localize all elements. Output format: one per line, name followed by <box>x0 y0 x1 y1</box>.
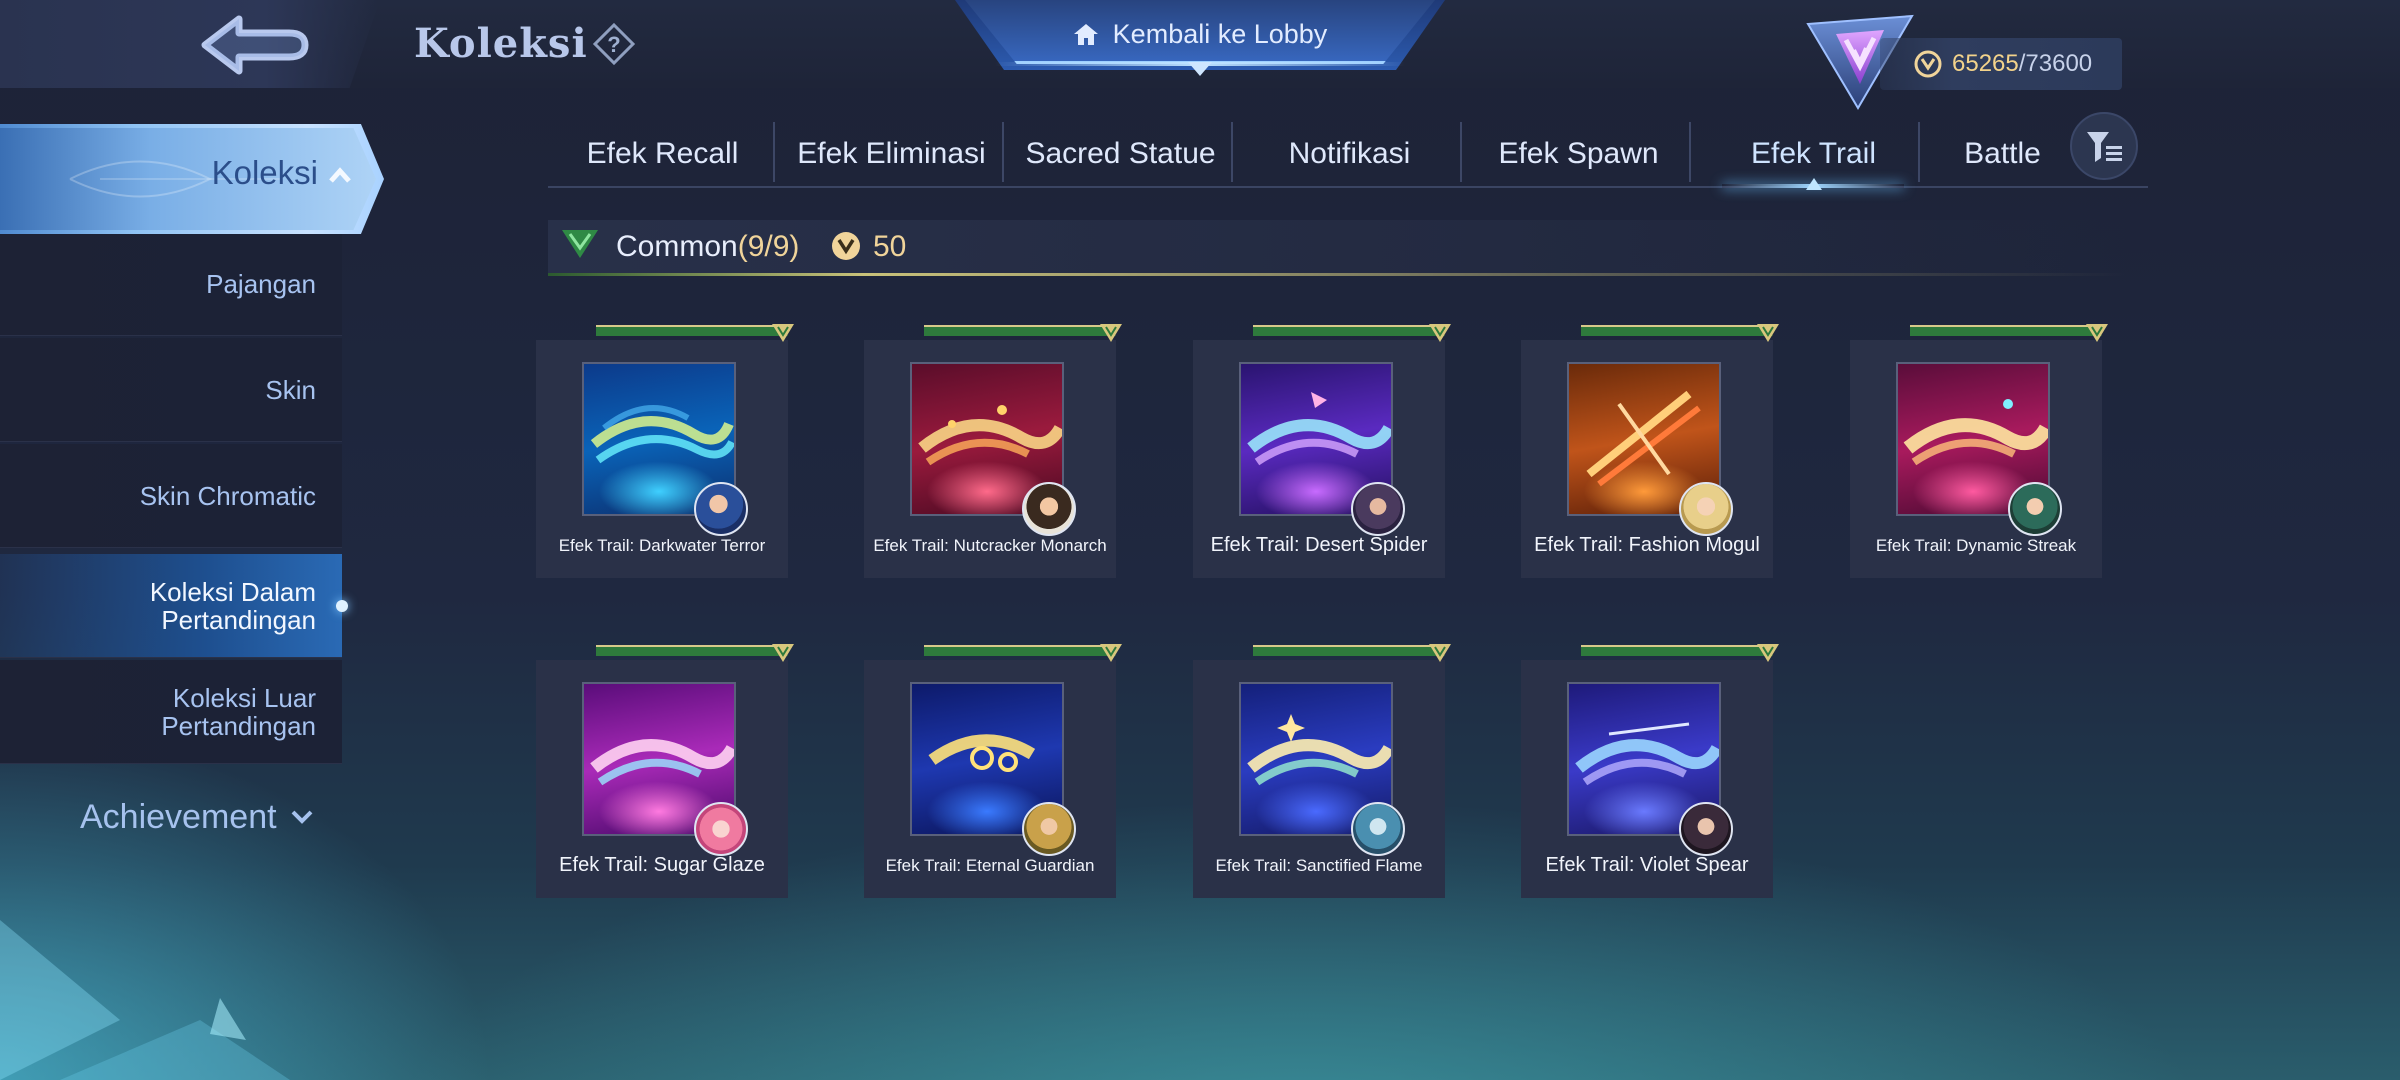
tab-divider <box>1460 122 1462 182</box>
sidebar-item-koleksi-dalam-pertandingan[interactable]: Koleksi Dalam Pertandingan <box>0 554 348 658</box>
tier-section-header: Common(9/9) 50 <box>548 220 2128 276</box>
filter-button[interactable] <box>2070 112 2138 180</box>
tab-label: Notifikasi <box>1288 137 1411 170</box>
trail-card-eternal-guardian[interactable]: Efek Trail: Eternal Guardian <box>864 642 1122 898</box>
trail-name: Efek Trail: Fashion Mogul <box>1534 534 1760 556</box>
chevron-up-icon <box>329 167 351 183</box>
trail-name: Efek Trail: Eternal Guardian <box>885 856 1095 875</box>
tier-name: Common <box>616 230 738 263</box>
hero-avatar <box>1679 482 1733 536</box>
battle-point-icon <box>832 232 860 260</box>
trail-card-desert-spider[interactable]: Efek Trail: Desert Spider <box>1193 322 1451 578</box>
trail-card-sugar-glaze[interactable]: Efek Trail: Sugar Glaze <box>536 642 794 898</box>
trail-card-violet-spear[interactable]: Efek Trail: Violet Spear <box>1521 642 1779 898</box>
tab-divider <box>1002 122 1004 182</box>
sidebar-item-label: Skin <box>265 374 316 405</box>
trail-name: Efek Trail: Sugar Glaze <box>559 854 765 876</box>
tier-chevron-icon <box>562 230 598 258</box>
hero-avatar <box>2008 482 2062 536</box>
hero-avatar <box>1679 802 1733 856</box>
back-arrow-icon <box>201 15 309 75</box>
tab-efek-spawn[interactable]: Efek Spawn <box>1464 124 1693 184</box>
tier-count: (9/9) <box>737 230 800 263</box>
tier-ribbon-icon <box>1910 324 2108 342</box>
sidebar-section-achievement[interactable]: Achievement <box>80 792 380 842</box>
hero-avatar <box>694 802 748 856</box>
label-line-2: Pertandingan <box>161 604 316 635</box>
trail-card-fashion-mogul[interactable]: Efek Trail: Fashion Mogul <box>1521 322 1779 578</box>
trail-card-nutcracker-monarch[interactable]: Efek Trail: Nutcracker Monarch <box>864 322 1122 578</box>
tab-label: Battle <box>1964 137 2041 170</box>
category-tabs: Efek Recall Efek Eliminasi Sacred Statue… <box>548 116 2148 190</box>
trail-card-dynamic-streak[interactable]: Efek Trail: Dynamic Streak <box>1850 322 2108 578</box>
tab-label: Efek Trail <box>1750 137 1877 170</box>
sidebar-item-koleksi-luar-pertandingan[interactable]: Koleksi Luar Pertandingan <box>0 660 342 764</box>
page-title: Koleksi <box>414 20 588 67</box>
tab-divider <box>1231 122 1233 182</box>
tab-efek-recall[interactable]: Efek Recall <box>548 124 777 184</box>
chevron-down-icon <box>291 810 312 824</box>
tier-points: 50 <box>873 230 907 263</box>
tab-label: Efek Eliminasi <box>797 137 986 170</box>
tier-ribbon-icon <box>1581 644 1779 662</box>
tab-label: Efek Spawn <box>1498 137 1659 170</box>
tier-ribbon-icon <box>596 324 794 342</box>
battle-points-max: /73600 <box>2018 50 2093 77</box>
trail-card-darkwater-terror[interactable]: Efek Trail: Darkwater Terror <box>536 322 794 578</box>
tier-ribbon-icon <box>1253 644 1451 662</box>
sidebar-section-label: Koleksi <box>211 154 318 191</box>
label-line-1: Koleksi Dalam <box>149 576 316 607</box>
battle-points-amount: 65265 <box>1952 50 2019 77</box>
sidebar-item-label: Koleksi Dalam Pertandingan <box>150 578 316 634</box>
trail-name: Efek Trail: Desert Spider <box>1210 534 1428 556</box>
tier-ribbon-icon <box>596 644 794 662</box>
section-header-line <box>548 273 2128 276</box>
sidebar-section-koleksi[interactable]: Koleksi <box>0 124 384 234</box>
back-button[interactable] <box>190 10 320 80</box>
hero-avatar <box>1351 482 1405 536</box>
battle-point-icon <box>1914 50 1942 78</box>
tier-ribbon-icon <box>924 644 1122 662</box>
tab-notifikasi[interactable]: Notifikasi <box>1235 124 1464 184</box>
background-shards <box>0 920 290 1080</box>
sidebar-item-skin[interactable]: Skin <box>0 338 342 442</box>
help-icon[interactable]: ? <box>592 22 636 66</box>
tab-label: Efek Recall <box>586 137 739 170</box>
battle-points-display: 65265/73600 <box>1880 38 2122 90</box>
sidebar-item-label: Koleksi Luar Pertandingan <box>161 684 316 740</box>
tier-ribbon-icon <box>1581 324 1779 342</box>
tab-sacred-statue[interactable]: Sacred Statue <box>1006 124 1235 184</box>
filter-icon <box>2087 132 2122 162</box>
home-icon <box>1073 24 1098 45</box>
hero-avatar <box>1022 482 1076 536</box>
hero-avatar <box>1351 802 1405 856</box>
trail-name: Efek Trail: Violet Spear <box>1545 854 1749 876</box>
tab-efek-eliminasi[interactable]: Efek Eliminasi <box>777 124 1006 184</box>
tier-ribbon-icon <box>924 324 1122 342</box>
label-line-1: Koleksi Luar <box>172 682 316 713</box>
tab-label: Sacred Statue <box>1025 137 1216 170</box>
hero-avatar <box>694 482 748 536</box>
achievement-label: Achievement <box>80 797 277 836</box>
tier-label: Common(9/9) <box>616 230 799 264</box>
trail-card-sanctified-flame[interactable]: Efek Trail: Sanctified Flame <box>1193 642 1451 898</box>
tier-ribbon-icon <box>1253 324 1451 342</box>
sidebar-item-label: Skin Chromatic <box>139 480 316 511</box>
sidebar-item-skin-chromatic[interactable]: Skin Chromatic <box>0 444 342 548</box>
tab-divider <box>1689 122 1691 182</box>
hero-avatar <box>1022 802 1076 856</box>
lobby-button-label: Kembali ke Lobby <box>1112 18 1328 49</box>
tab-divider <box>773 122 775 182</box>
label-line-2: Pertandingan <box>161 710 316 741</box>
trail-name: Efek Trail: Darkwater Terror <box>558 536 766 555</box>
back-to-lobby-button[interactable]: Kembali ke Lobby <box>955 0 1445 76</box>
svg-text:?: ? <box>607 32 620 57</box>
trail-name: Efek Trail: Nutcracker Monarch <box>873 536 1107 555</box>
trail-name: Efek Trail: Dynamic Streak <box>1875 536 2077 555</box>
sidebar-item-pajangan[interactable]: Pajangan <box>0 232 342 336</box>
sidebar-item-label: Pajangan <box>206 268 316 299</box>
trail-name: Efek Trail: Sanctified Flame <box>1215 856 1423 875</box>
